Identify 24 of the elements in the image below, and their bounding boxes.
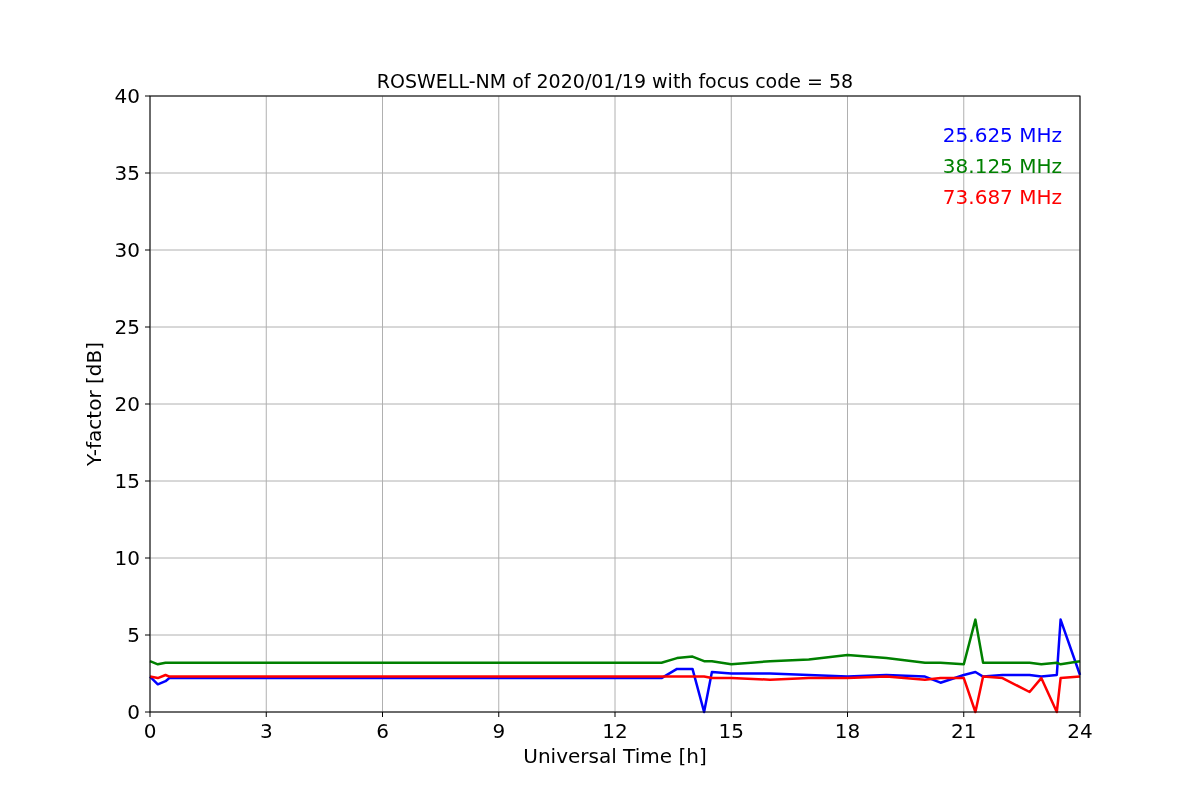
x-tick-label: 0 [143,719,157,743]
legend-label: 25.625 MHz [942,123,1062,147]
y-tick-label: 0 [127,700,140,724]
y-tick-label: 35 [114,161,140,185]
legend-label: 38.125 MHz [942,154,1062,178]
x-tick-label: 6 [376,719,389,743]
y-axis-label: Y-factor [dB] [82,342,106,466]
x-tick-label: 15 [718,719,744,743]
y-tick-label: 20 [114,392,140,416]
y-tick-label: 5 [127,623,140,647]
x-tick-label: 12 [602,719,628,743]
y-tick-label: 15 [114,469,140,493]
chart-title: ROSWELL-NM of 2020/01/19 with focus code = 58 [376,70,854,92]
y-tick-label: 40 [114,84,140,108]
y-tick-label: 30 [114,238,140,262]
x-axis-label: Universal Time [h] [523,744,707,768]
x-tick-label: 24 [1067,719,1093,743]
legend-label: 73.687 MHz [942,185,1062,209]
x-tick-label: 9 [492,719,506,743]
x-tick-label: 21 [951,719,977,743]
y-tick-label: 25 [114,315,140,339]
x-tick-label: 3 [259,719,273,743]
y-tick-label: 10 [114,546,140,570]
x-tick-label: 18 [834,719,861,743]
